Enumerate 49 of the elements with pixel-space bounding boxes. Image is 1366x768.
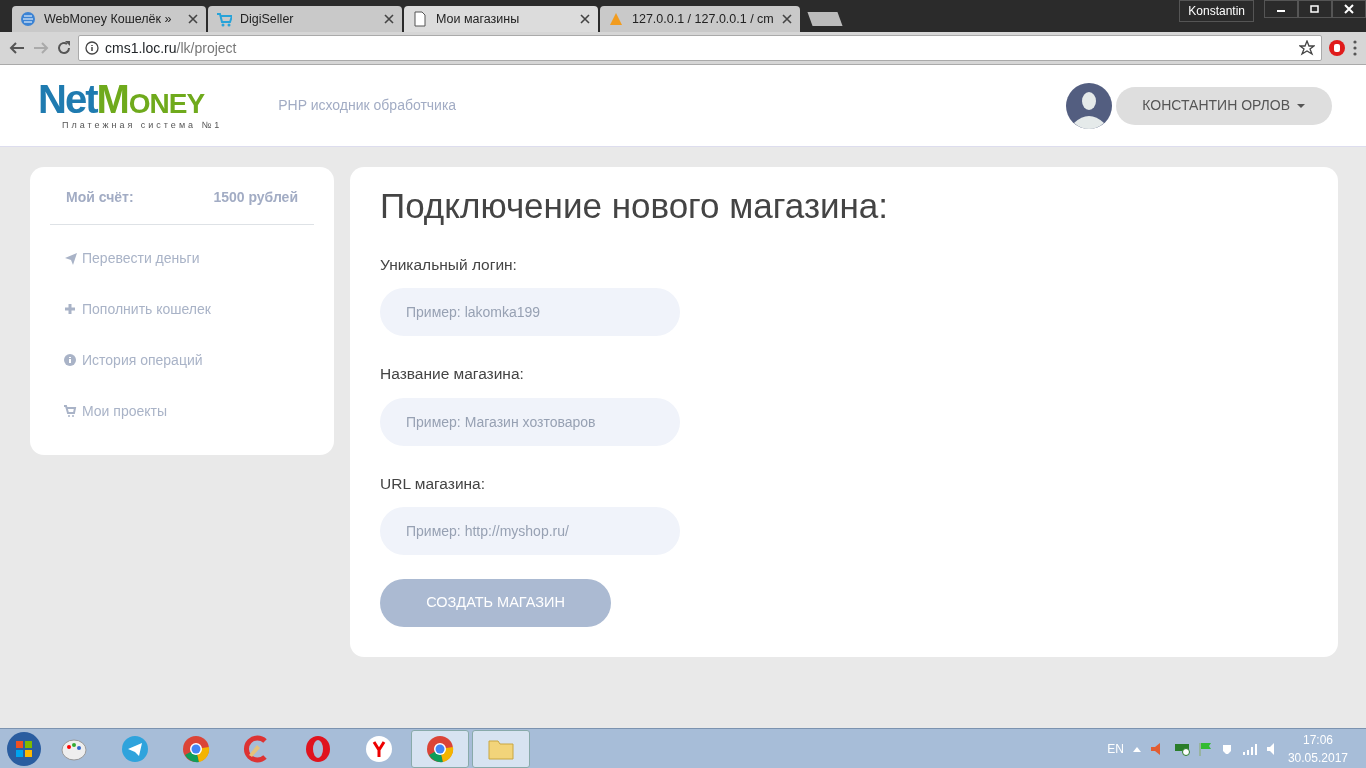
- menu-icon[interactable]: [1352, 39, 1358, 57]
- plus-icon: [64, 303, 77, 316]
- nav-link[interactable]: PHP исходник обработчика: [278, 95, 457, 116]
- form-title: Подключение нового магазина:: [380, 185, 889, 227]
- caret-icon: [1296, 102, 1306, 109]
- field-label: Название магазина:: [380, 364, 525, 385]
- field-label: URL магазина:: [380, 473, 487, 494]
- clock-date: 30.05.2017: [1287, 749, 1348, 767]
- info-icon: [64, 354, 77, 367]
- browser-tab[interactable]: DigiSeller: [208, 6, 402, 32]
- logo[interactable]: NetMoney: [38, 78, 223, 119]
- user-menu-button[interactable]: КОНСТАНТИН ОРЛОВ: [1116, 86, 1332, 125]
- close-icon[interactable]: [781, 14, 792, 24]
- clock-time: 17:06: [1301, 731, 1334, 749]
- balance-value: 1500 рублей: [213, 188, 298, 207]
- field-label: Уникальный логин:: [380, 255, 518, 275]
- balance-label: Мой счёт:: [66, 188, 134, 207]
- o-letter-icon: [304, 734, 332, 763]
- logo-tagline: Платежная система №1: [62, 118, 223, 132]
- input-field[interactable]: Пример: http://myshop.ru/: [380, 506, 680, 555]
- close-icon[interactable]: [188, 14, 198, 24]
- close-icon[interactable]: [580, 14, 590, 24]
- restore-icon[interactable]: [1309, 3, 1321, 15]
- cart-icon: [64, 405, 77, 418]
- profile-button[interactable]: Konstantin: [1179, 0, 1254, 22]
- url-text: cms1.loc.ru/lk/project: [105, 38, 238, 58]
- browser-tab[interactable]: WebMoney Кошелёк »: [12, 6, 206, 32]
- star-icon[interactable]: [1299, 40, 1315, 56]
- browser-tab[interactable]: 127.0.0.1 / 127.0.0.1 / cm: [600, 6, 800, 32]
- back-icon[interactable]: [8, 40, 26, 56]
- chrome-icon: [182, 734, 210, 763]
- input-field[interactable]: Пример: Магазин хозтоваров: [380, 397, 680, 446]
- input-field[interactable]: Пример: lakomka199: [380, 288, 680, 337]
- browser-tab[interactable]: Мои магазины: [404, 6, 598, 32]
- reload-icon[interactable]: [56, 40, 72, 56]
- info-icon: [85, 41, 99, 55]
- close-icon[interactable]: [384, 14, 394, 24]
- taskbar-app[interactable]: [411, 729, 469, 768]
- new-tab-button[interactable]: [807, 12, 843, 26]
- y-letter-icon: [365, 734, 393, 763]
- globe-icon: [20, 11, 36, 27]
- start-icon[interactable]: [6, 730, 42, 767]
- avatar-icon: [1066, 82, 1113, 129]
- page-icon: [412, 11, 428, 27]
- paper-plane-icon: [121, 734, 149, 763]
- cart-icon: [216, 11, 232, 27]
- address-bar[interactable]: cms1.loc.ru/lk/project: [78, 35, 1322, 61]
- paper-plane-icon: [64, 252, 77, 265]
- chrome-icon: [426, 734, 454, 763]
